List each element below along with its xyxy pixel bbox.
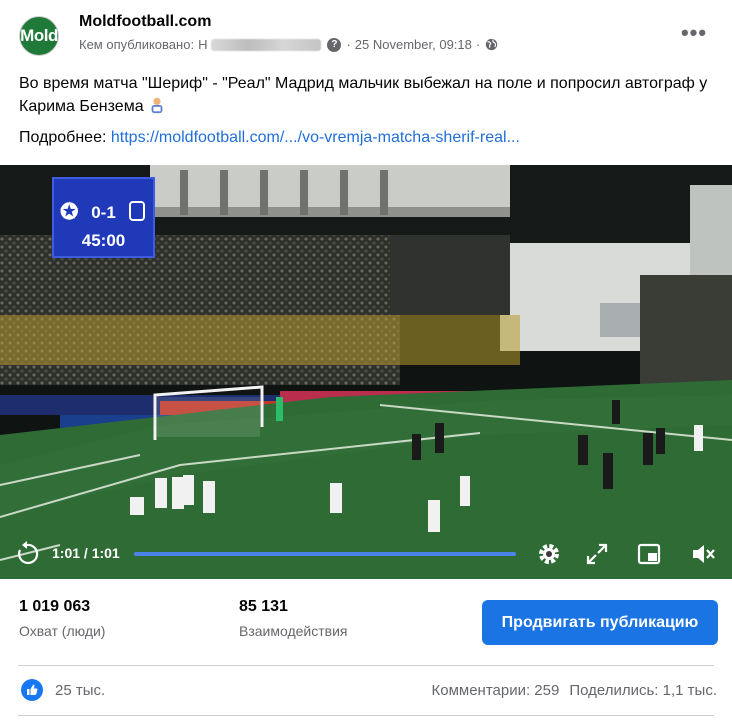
match-time: 45:00: [81, 231, 126, 250]
gear-icon[interactable]: [536, 541, 562, 567]
like-icon[interactable]: [21, 679, 43, 701]
reach-label: Охват (люди): [19, 623, 106, 639]
video-progress-fill: [134, 552, 516, 556]
post-insights: 1 019 063 Охват (люди) 85 131 Взаимодейс…: [0, 579, 732, 665]
globe-icon[interactable]: [485, 38, 498, 51]
published-by-label: Кем опубликовано:: [79, 37, 195, 52]
more-prefix: Подробнее:: [19, 129, 107, 146]
video-controls: 1:01 / 1:01: [0, 531, 732, 577]
meta-separator-2: ·: [475, 37, 481, 52]
reach-value: 1 019 063: [19, 598, 91, 615]
more-dots-icon: •••: [680, 20, 708, 45]
post-meta: Кем опубликовано: Н ? · 25 November, 09:…: [79, 37, 498, 52]
post-date-link[interactable]: 25 November, 09:18: [355, 37, 472, 52]
post-message: Во время матча "Шериф" - "Реал" Мадрид м…: [19, 72, 709, 118]
page-name-link[interactable]: Moldfootball.com: [79, 13, 211, 31]
engagement-value: 85 131: [239, 598, 288, 615]
pip-icon[interactable]: [636, 541, 662, 567]
info-icon[interactable]: ?: [327, 37, 342, 52]
scoreboard: ✪ 0-1 45:00: [52, 177, 155, 258]
fullscreen-icon[interactable]: [584, 541, 610, 567]
engagement-label: Взаимодействия: [239, 623, 348, 639]
post-message-text: Во время матча "Шериф" - "Реал" Мадрид м…: [19, 75, 708, 115]
away-crest-icon: [129, 201, 145, 221]
article-link[interactable]: https://moldfootball.com/.../vo-vremja-m…: [111, 129, 520, 146]
avatar-logo-text: Mold: [20, 26, 58, 45]
shares-count[interactable]: Поделились: 1,1 тыс.: [569, 682, 717, 699]
reactions-bar: 25 тыс. Комментарии: 259 Поделились: 1,1…: [0, 666, 732, 721]
publisher-initial: Н: [198, 37, 208, 52]
video-time: 1:01 / 1:01: [52, 545, 120, 561]
video-progress-bar[interactable]: [134, 552, 516, 556]
publisher-name-blurred: [211, 38, 322, 51]
comments-count[interactable]: Комментарии: 259: [432, 682, 560, 699]
page-avatar[interactable]: Mold: [19, 16, 59, 56]
bottom-divider: [18, 715, 714, 716]
replay-icon[interactable]: [14, 541, 40, 567]
engagement-counts: Комментарии: 259 Поделились: 1,1 тыс.: [432, 682, 718, 699]
boost-post-button[interactable]: Продвигать публикацию: [482, 600, 718, 645]
signing-emoji-icon: [151, 97, 162, 114]
post-header: Mold Moldfootball.com Кем опубликовано: …: [0, 0, 732, 66]
more-options-button[interactable]: •••: [676, 18, 712, 48]
meta-separator: ·: [346, 37, 351, 52]
like-count[interactable]: 25 тыс.: [55, 682, 105, 699]
more-link-line: Подробнее: https://moldfootball.com/.../…: [19, 129, 520, 147]
mute-icon[interactable]: [690, 541, 716, 567]
